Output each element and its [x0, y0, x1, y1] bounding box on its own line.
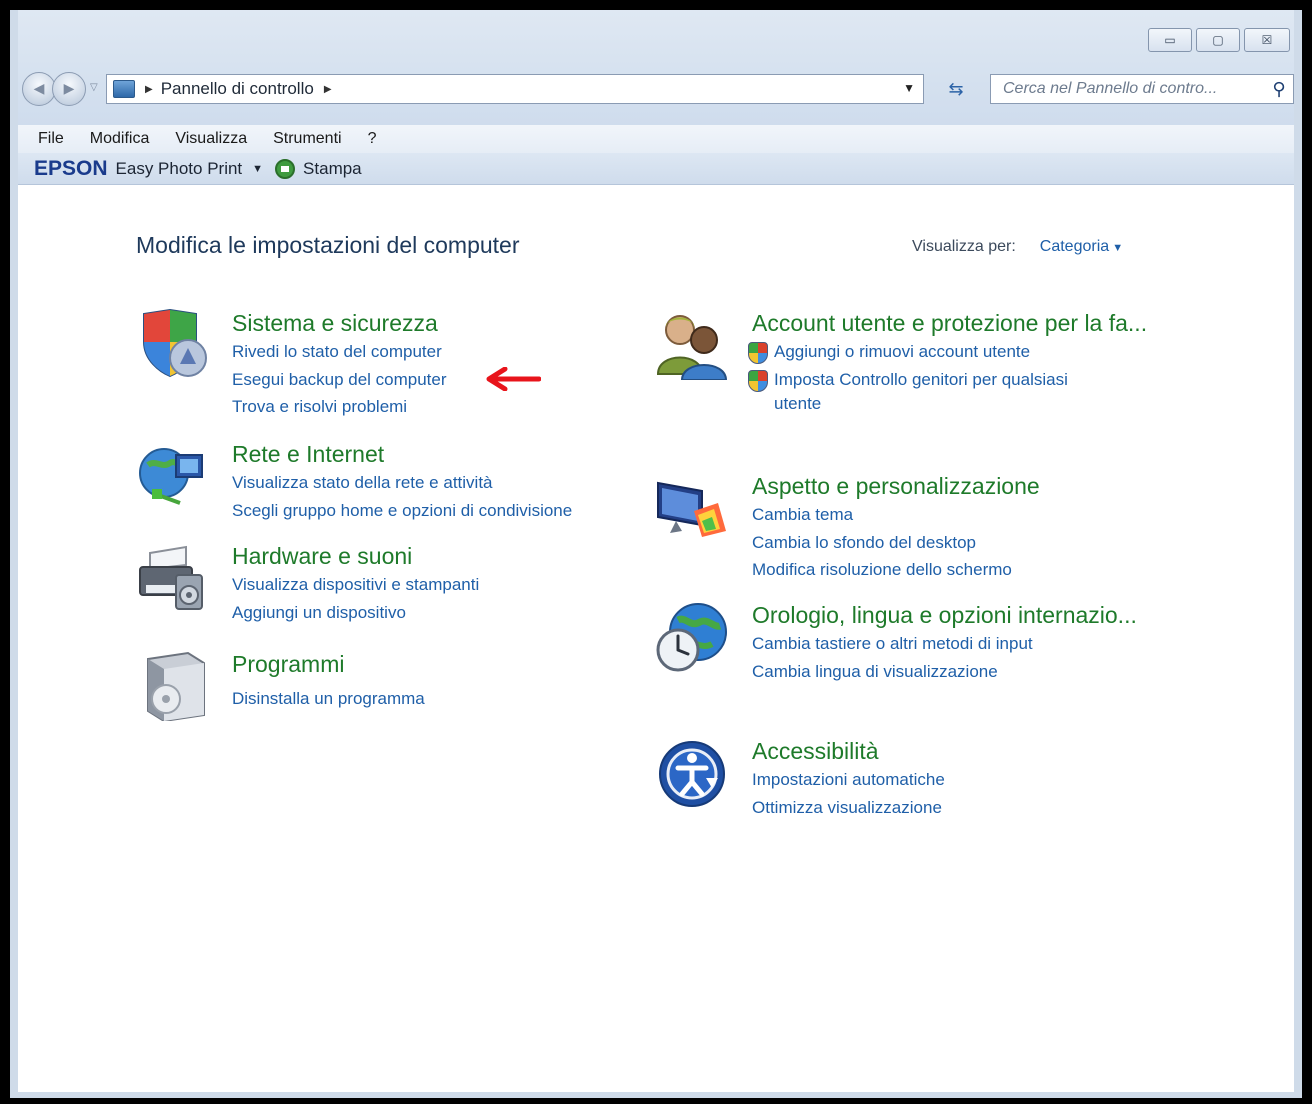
link-gruppo-home[interactable]: Scegli gruppo home e opzioni di condivis… [232, 497, 572, 525]
link-dispositivi-stampanti[interactable]: Visualizza dispositivi e stampanti [232, 571, 479, 599]
category-title[interactable]: Orologio, lingua e opzioni internazio... [752, 600, 1152, 630]
link-aggiungi-dispositivo[interactable]: Aggiungi un dispositivo [232, 599, 479, 627]
search-icon[interactable]: ⚲ [1265, 79, 1293, 100]
back-arrow-icon: ◀ [33, 81, 45, 97]
link-stato-rete[interactable]: Visualizza stato della rete e attività [232, 469, 572, 497]
category-programmi-text: Programmi Disinstalla un programma [232, 649, 425, 713]
forward-button[interactable]: ▶ [52, 72, 86, 106]
clock-globe-icon [656, 603, 727, 672]
security-shield-icon [143, 308, 207, 378]
view-by-label: Visualizza per: [912, 238, 1016, 255]
link-esegui-backup[interactable]: Esegui backup del computer [232, 366, 447, 394]
easy-photo-print-button[interactable]: Easy Photo Print [116, 159, 243, 179]
link-trova-risolvi[interactable]: Trova e risolvi problemi [232, 393, 447, 421]
window-chrome: ▭ ▢ ☒ ◀ ▶ ▽ ▶ Pannello di controllo ▶ ▼ … [18, 10, 1294, 125]
link-controllo-genitori[interactable]: Imposta Controllo genitori per qualsiasi [748, 366, 1152, 394]
back-button[interactable]: ◀ [22, 72, 56, 106]
maximize-button[interactable]: ▢ [1196, 28, 1240, 52]
breadcrumb-separator-icon[interactable]: ▶ [145, 84, 153, 95]
category-sistema-text: Sistema e sicurezza Rivedi lo stato del … [232, 308, 447, 421]
epson-logo: EPSON [34, 156, 108, 180]
category-title[interactable]: Account utente e protezione per la fa... [752, 308, 1152, 338]
printer-speaker-icon [139, 545, 203, 610]
link-cambia-tema[interactable]: Cambia tema [752, 501, 1040, 529]
breadcrumb-control-panel[interactable]: Pannello di controllo [161, 79, 314, 99]
view-by-dropdown[interactable]: Categoria [1040, 238, 1123, 256]
control-panel-window: ▭ ▢ ☒ ◀ ▶ ▽ ▶ Pannello di controllo ▶ ▼ … [10, 10, 1302, 1098]
category-accessibilita-text: Accessibilità Impostazioni automatiche O… [752, 736, 945, 821]
users-icon [656, 315, 728, 380]
category-rete-text: Rete e Internet Visualizza stato della r… [232, 439, 572, 524]
link-cambia-tastiere[interactable]: Cambia tastiere o altri metodi di input [752, 630, 1152, 658]
minimize-button[interactable]: ▭ [1148, 28, 1192, 52]
forward-arrow-icon: ▶ [63, 81, 75, 97]
refresh-icon: ⇆ [948, 78, 964, 100]
navigation-bar: ◀ ▶ ▽ ▶ Pannello di controllo ▶ ▼ ⇆ ⚲ [22, 68, 1294, 108]
uac-shield-icon [748, 369, 768, 392]
category-title[interactable]: Programmi [232, 649, 425, 679]
link-impostazioni-automatiche[interactable]: Impostazioni automatiche [752, 766, 945, 794]
menu-help[interactable]: ? [368, 130, 377, 148]
uac-shield-icon [748, 342, 768, 364]
link-sfondo-desktop[interactable]: Cambia lo sfondo del desktop [752, 529, 1040, 557]
annotation-arrow-icon [486, 367, 541, 391]
category-title[interactable]: Hardware e suoni [232, 541, 479, 571]
category-title[interactable]: Rete e Internet [232, 439, 572, 469]
menu-modifica[interactable]: Modifica [90, 130, 150, 148]
network-globe-icon [139, 448, 203, 505]
category-title[interactable]: Aspetto e personalizzazione [752, 471, 1040, 501]
menu-visualizza[interactable]: Visualizza [175, 130, 247, 148]
recent-pages-dropdown[interactable]: ▽ [90, 82, 98, 93]
link-controllo-genitori-cont[interactable]: utente [748, 393, 1152, 415]
accessibility-icon [659, 741, 725, 807]
link-risoluzione-schermo[interactable]: Modifica risoluzione dello schermo [752, 556, 1040, 584]
link-aggiungi-account[interactable]: Aggiungi o rimuovi account utente [748, 338, 1152, 366]
link-label: Imposta Controllo genitori per qualsiasi [774, 369, 1068, 389]
view-by: Visualizza per: Categoria [912, 238, 1123, 256]
link-lingua-visualizzazione[interactable]: Cambia lingua di visualizzazione [752, 658, 1152, 686]
search-box: ⚲ [990, 74, 1294, 104]
chevron-down-icon[interactable]: ▼ [252, 163, 263, 175]
address-bar[interactable]: ▶ Pannello di controllo ▶ ▼ [106, 74, 924, 104]
search-input[interactable] [991, 76, 1265, 102]
breadcrumb-separator-icon[interactable]: ▶ [324, 84, 332, 95]
personalization-monitor-icon [657, 481, 726, 537]
category-title[interactable]: Accessibilità [752, 736, 945, 766]
link-ottimizza-visualizzazione[interactable]: Ottimizza visualizzazione [752, 794, 945, 822]
page-title: Modifica le impostazioni del computer [136, 232, 520, 258]
print-icon [275, 158, 296, 179]
print-button[interactable]: Stampa [303, 159, 362, 179]
menu-strumenti[interactable]: Strumenti [273, 130, 341, 148]
category-aspetto-text: Aspetto e personalizzazione Cambia tema … [752, 471, 1040, 584]
link-rivedi-stato[interactable]: Rivedi lo stato del computer [232, 338, 447, 366]
main-content: Modifica le impostazioni del computer Vi… [18, 186, 1294, 1092]
link-label: Aggiungi o rimuovi account utente [774, 342, 1031, 361]
close-button[interactable]: ☒ [1244, 28, 1290, 52]
menu-file[interactable]: File [38, 130, 64, 148]
menu-bar: File Modifica Visualizza Strumenti ? [18, 125, 1294, 153]
refresh-button[interactable]: ⇆ [932, 74, 980, 104]
programs-box-icon [147, 651, 205, 721]
link-disinstalla-programma[interactable]: Disinstalla un programma [232, 685, 425, 713]
address-dropdown-icon[interactable]: ▼ [903, 81, 915, 95]
category-hardware-text: Hardware e suoni Visualizza dispositivi … [232, 541, 479, 626]
category-account-text: Account utente e protezione per la fa...… [748, 308, 1152, 415]
control-panel-icon [113, 80, 135, 98]
category-orologio-text: Orologio, lingua e opzioni internazio...… [752, 600, 1152, 685]
caption-buttons: ▭ ▢ ☒ [1148, 28, 1290, 52]
category-title[interactable]: Sistema e sicurezza [232, 308, 447, 338]
epson-toolbar: EPSON Easy Photo Print ▼ Stampa [18, 153, 1294, 185]
